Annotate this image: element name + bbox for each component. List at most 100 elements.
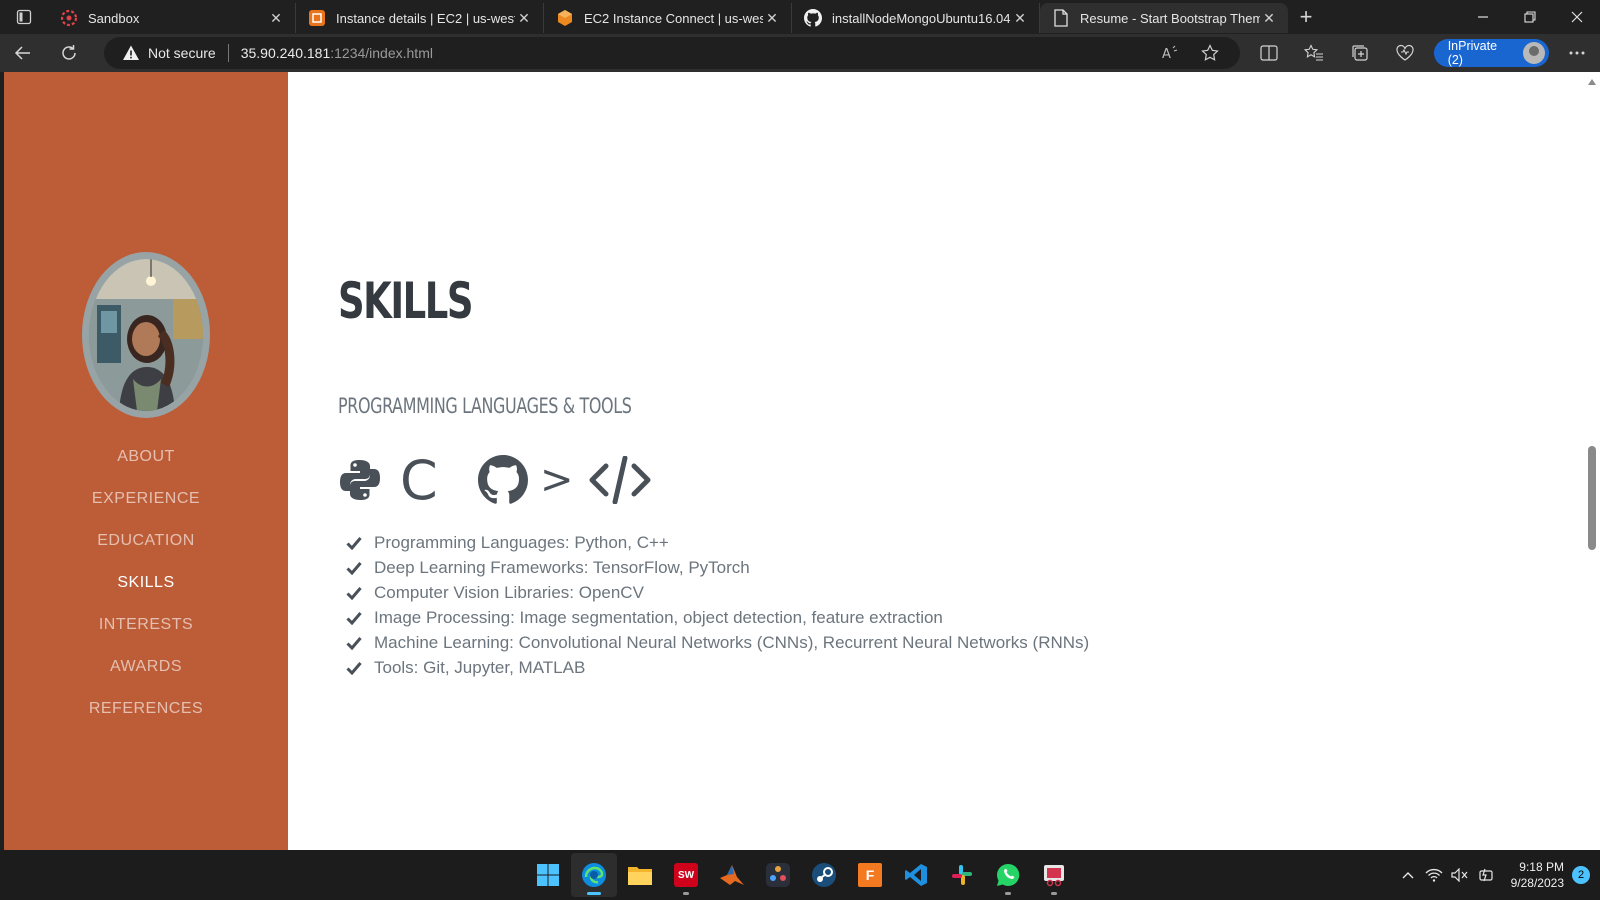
url-path[interactable]: :1234/index.html xyxy=(330,45,433,61)
check-icon xyxy=(346,561,374,575)
list-item: Tools: Git, Jupyter, MATLAB xyxy=(346,655,1089,680)
windows-taskbar: SW F 9:18 PM 9/28/2023 2 xyxy=(0,850,1600,900)
tab-close-icon[interactable]: ✕ xyxy=(267,10,285,27)
file-explorer-icon[interactable] xyxy=(617,853,663,897)
window-controls xyxy=(1459,0,1600,34)
tab-ec2-instance-details[interactable]: Instance details | EC2 | us-west-2 ✕ xyxy=(296,3,544,33)
minimize-icon[interactable] xyxy=(1459,0,1506,34)
more-options-icon[interactable] xyxy=(1555,34,1600,72)
restore-icon[interactable] xyxy=(1506,0,1553,34)
skills-subheading: PROGRAMMING LANGUAGES & TOOLS xyxy=(338,394,632,418)
nav-item-references[interactable]: REFERENCES xyxy=(4,688,288,730)
whatsapp-icon[interactable] xyxy=(985,853,1031,897)
fusion360-icon[interactable]: F xyxy=(847,853,893,897)
nav-item-interests[interactable]: INTERESTS xyxy=(4,604,288,646)
check-icon xyxy=(346,611,374,625)
tab-title: Resume - Start Bootstrap Theme xyxy=(1080,10,1260,26)
close-window-icon[interactable] xyxy=(1553,0,1600,34)
taskbar-apps: SW F xyxy=(525,853,1077,897)
profile-avatar-icon xyxy=(1522,42,1545,64)
matlab-icon[interactable] xyxy=(709,853,755,897)
tab-ec2-instance-connect[interactable]: EC2 Instance Connect | us-west-2 ✕ xyxy=(544,3,792,33)
skill-text: Programming Languages: Python, C++ xyxy=(374,532,669,552)
aws-console-icon xyxy=(308,9,326,27)
tab-close-icon[interactable]: ✕ xyxy=(515,10,533,27)
tab-close-icon[interactable]: ✕ xyxy=(763,10,781,27)
vscode-icon[interactable] xyxy=(893,853,939,897)
browser-essentials-icon[interactable] xyxy=(1382,34,1427,72)
read-aloud-icon[interactable]: A xyxy=(1150,45,1190,61)
address-bar[interactable]: Not secure 35.90.240.181:1234/index.html… xyxy=(104,37,1240,69)
back-icon[interactable] xyxy=(0,34,46,72)
snipping-tool-icon[interactable] xyxy=(1031,853,1077,897)
page-viewport: ABOUT EXPERIENCE EDUCATION SKILLS INTERE… xyxy=(4,72,1600,850)
tab-close-icon[interactable]: ✕ xyxy=(1011,10,1029,27)
windows-start-icon[interactable] xyxy=(525,853,571,897)
tab-sandbox[interactable]: Sandbox ✕ xyxy=(48,3,296,33)
nav-item-experience[interactable]: EXPERIENCE xyxy=(4,478,288,520)
skill-text: Deep Learning Frameworks: TensorFlow, Py… xyxy=(374,557,750,577)
security-status[interactable]: Not secure xyxy=(148,45,216,61)
c-language-icon: C xyxy=(400,449,478,512)
address-separator xyxy=(227,44,229,62)
slack-icon[interactable] xyxy=(939,853,985,897)
inprivate-label: InPrivate (2) xyxy=(1447,39,1498,67)
skill-text: Image Processing: Image segmentation, ob… xyxy=(374,607,943,627)
nav-item-awards[interactable]: AWARDS xyxy=(4,646,288,688)
scroll-thumb[interactable] xyxy=(1588,446,1596,550)
tab-close-icon[interactable]: ✕ xyxy=(1260,10,1278,27)
clock[interactable]: 9:18 PM 9/28/2023 xyxy=(1511,859,1564,891)
wifi-icon[interactable] xyxy=(1421,850,1447,900)
refresh-icon[interactable] xyxy=(46,34,92,72)
clock-date: 9/28/2023 xyxy=(1510,876,1564,890)
scroll-up-icon[interactable] xyxy=(1587,78,1597,86)
list-item: Image Processing: Image segmentation, ob… xyxy=(346,605,1089,630)
check-icon xyxy=(346,661,374,675)
fusion-badge: F xyxy=(858,863,882,887)
prompt-glyph: > xyxy=(540,457,574,503)
page-scrollbar[interactable] xyxy=(1584,72,1600,850)
inprivate-button[interactable]: InPrivate (2) xyxy=(1433,39,1549,67)
python-icon xyxy=(338,452,400,508)
solidworks-icon[interactable]: SW xyxy=(663,853,709,897)
tab-title: Instance details | EC2 | us-west-2 xyxy=(336,10,515,26)
battery-icon[interactable] xyxy=(1473,850,1499,900)
tool-icons-row: C > xyxy=(338,449,658,512)
tab-title: Sandbox xyxy=(88,10,140,26)
nav-item-education[interactable]: EDUCATION xyxy=(4,520,288,562)
url-host[interactable]: 35.90.240.181 xyxy=(241,45,331,61)
tab-github-script[interactable]: installNodeMongoUbuntu16.04.sh ✕ xyxy=(792,3,1040,33)
skill-text: Tools: Git, Jupyter, MATLAB xyxy=(374,657,586,677)
profile-photo xyxy=(82,252,210,418)
volume-muted-icon[interactable] xyxy=(1447,850,1473,900)
browser-toolbar: Not secure 35.90.240.181:1234/index.html… xyxy=(0,34,1600,72)
chevron-up-icon[interactable] xyxy=(1395,850,1421,900)
section-title: SKILLS xyxy=(338,272,473,330)
list-item: Programming Languages: Python, C++ xyxy=(346,530,1089,555)
aws-ec2-icon xyxy=(556,9,574,27)
list-item: Deep Learning Frameworks: TensorFlow, Py… xyxy=(346,555,1089,580)
davinci-resolve-icon[interactable] xyxy=(755,853,801,897)
tab-actions-icon[interactable] xyxy=(0,0,48,34)
steam-icon[interactable] xyxy=(801,853,847,897)
solidworks-badge: SW xyxy=(674,863,698,887)
check-icon xyxy=(346,586,374,600)
list-item: Computer Vision Libraries: OpenCV xyxy=(346,580,1089,605)
skills-section: SKILLS PROGRAMMING LANGUAGES & TOOLS C > xyxy=(338,72,1538,850)
nav-item-about[interactable]: ABOUT xyxy=(4,436,288,478)
davinci-badge xyxy=(766,863,790,887)
favorite-star-icon[interactable] xyxy=(1190,44,1230,62)
favorites-icon[interactable] xyxy=(1291,34,1336,72)
collections-icon[interactable] xyxy=(1337,34,1382,72)
page-icon xyxy=(1052,9,1070,27)
system-tray: 9:18 PM 9/28/2023 2 xyxy=(1395,850,1590,900)
nav-item-skills[interactable]: SKILLS xyxy=(4,562,288,604)
warning-icon[interactable] xyxy=(122,44,140,62)
split-screen-icon[interactable] xyxy=(1246,34,1291,72)
new-tab-button[interactable]: + xyxy=(1288,0,1324,34)
notification-badge[interactable]: 2 xyxy=(1572,866,1590,884)
tab-title: installNodeMongoUbuntu16.04.sh xyxy=(832,10,1011,26)
edge-icon[interactable] xyxy=(571,853,617,897)
tab-resume[interactable]: Resume - Start Bootstrap Theme ✕ xyxy=(1040,3,1288,33)
tab-title: EC2 Instance Connect | us-west-2 xyxy=(584,10,763,26)
